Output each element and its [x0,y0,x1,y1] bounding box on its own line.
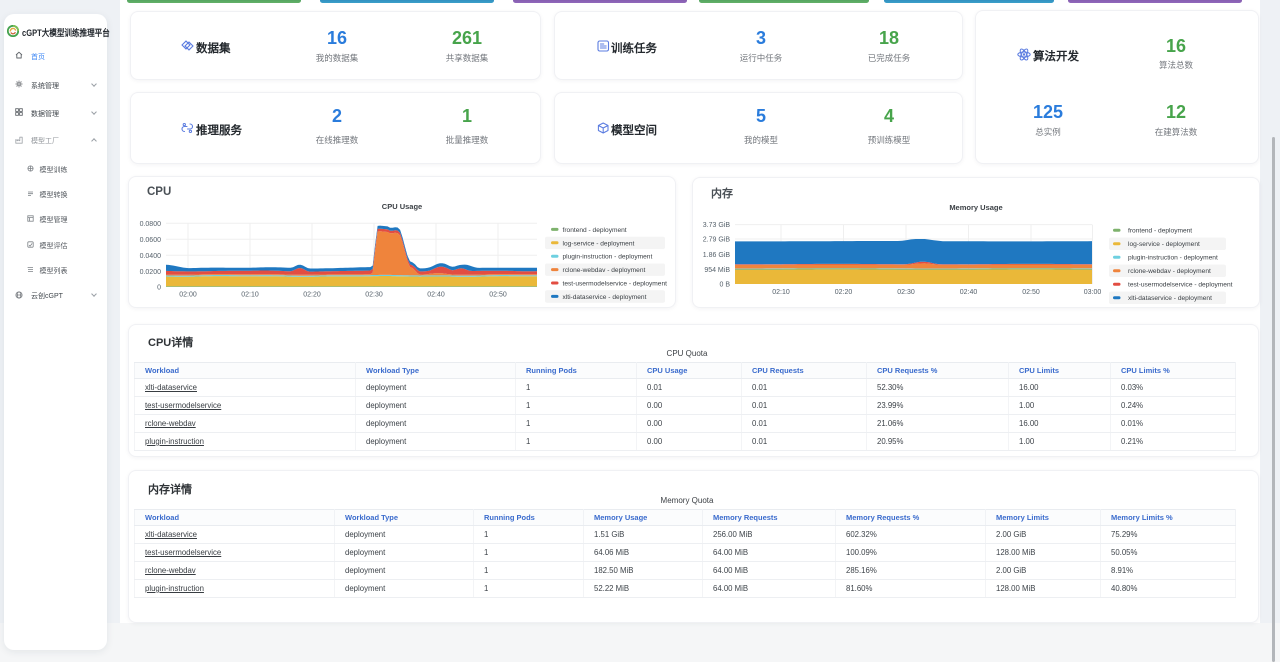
svg-text:rclone-webdav - deployment: rclone-webdav - deployment [1128,268,1211,275]
svg-text:02:20: 02:20 [835,289,853,296]
svg-text:03:00: 03:00 [1084,289,1102,296]
svg-text:02:10: 02:10 [241,292,259,299]
svg-text:xlti-dataservice - deployment: xlti-dataservice - deployment [563,294,647,301]
svg-text:1.86 GiB: 1.86 GiB [703,252,731,259]
svg-text:02:40: 02:40 [427,292,445,299]
svg-text:954 MiB: 954 MiB [704,267,730,274]
svg-text:0: 0 [157,285,161,292]
svg-text:log-service - deployment: log-service - deployment [1128,241,1200,248]
svg-text:02:40: 02:40 [960,289,978,296]
svg-text:02:10: 02:10 [772,289,790,296]
svg-text:test-usermodelservice - deploy: test-usermodelservice - deployment [563,281,668,288]
svg-text:Memory Usage: Memory Usage [949,203,1002,212]
svg-text:02:50: 02:50 [1022,289,1040,296]
svg-text:3.73 GiB: 3.73 GiB [703,222,731,229]
svg-text:frontend - deployment: frontend - deployment [1128,228,1192,235]
svg-text:02:20: 02:20 [303,292,321,299]
svg-text:02:30: 02:30 [365,292,383,299]
svg-text:plugin-instruction - deploymen: plugin-instruction - deployment [1128,255,1218,262]
svg-text:02:30: 02:30 [897,289,915,296]
svg-text:log-service - deployment: log-service - deployment [563,240,635,247]
svg-text:xlti-dataservice - deployment: xlti-dataservice - deployment [1128,295,1212,302]
svg-text:0.0800: 0.0800 [140,221,162,228]
svg-text:frontend - deployment: frontend - deployment [563,227,627,234]
svg-text:rclone-webdav - deployment: rclone-webdav - deployment [563,267,646,274]
svg-text:plugin-instruction - deploymen: plugin-instruction - deployment [563,254,653,261]
svg-text:0.0200: 0.0200 [140,269,162,276]
svg-text:2.79 GiB: 2.79 GiB [703,237,731,244]
svg-text:CPU Usage: CPU Usage [382,202,422,211]
svg-text:test-usermodelservice - deploy: test-usermodelservice - deployment [1128,282,1233,289]
svg-text:0.0400: 0.0400 [140,253,162,260]
svg-text:02:00: 02:00 [179,292,197,299]
svg-text:0 B: 0 B [719,282,730,289]
svg-text:02:50: 02:50 [489,292,507,299]
svg-text:0.0600: 0.0600 [140,237,162,244]
